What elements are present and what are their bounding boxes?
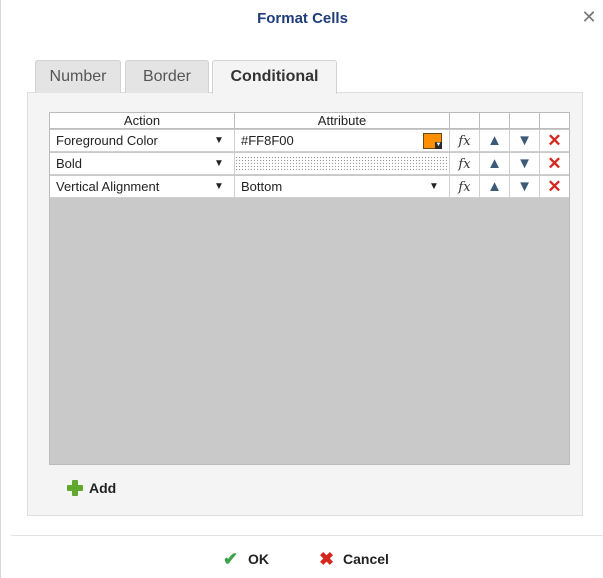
add-button-label: Add	[89, 480, 117, 496]
delete-button[interactable]: ✕	[540, 130, 569, 152]
close-icon[interactable]: ✕	[581, 8, 597, 26]
cancel-button-label: Cancel	[343, 551, 389, 567]
column-header-attribute: Attribute	[235, 113, 450, 129]
move-up-button[interactable]: ▲	[480, 130, 510, 152]
cancel-button[interactable]: ✖ Cancel	[319, 549, 401, 569]
plus-icon	[67, 480, 83, 496]
chevron-down-icon[interactable]: ▼	[214, 130, 224, 151]
delete-icon: ✕	[547, 154, 562, 173]
column-header-blank	[480, 113, 510, 129]
arrow-down-icon: ▼	[517, 155, 532, 172]
tab-border[interactable]: Border	[125, 60, 209, 93]
chevron-down-icon: ▼	[435, 142, 442, 149]
action-value: Foreground Color	[56, 133, 158, 148]
column-header-action: Action	[50, 113, 235, 129]
chevron-down-icon[interactable]: ▼	[214, 153, 224, 174]
arrow-down-icon: ▼	[517, 132, 532, 149]
chevron-down-icon[interactable]: ▼	[429, 176, 439, 197]
delete-button[interactable]: ✕	[540, 153, 569, 175]
grid-header: Action Attribute	[50, 113, 569, 129]
move-up-button[interactable]: ▲	[480, 176, 510, 198]
chevron-down-icon[interactable]: ▼	[214, 176, 224, 197]
formula-button[interactable]: fx	[450, 130, 480, 152]
action-select[interactable]: Bold ▼	[50, 153, 235, 175]
move-down-button[interactable]: ▼	[510, 130, 540, 152]
action-value: Bold	[56, 156, 83, 171]
footer-divider	[11, 535, 603, 536]
fx-icon: fx	[458, 180, 471, 195]
delete-icon: ✕	[547, 131, 562, 150]
formula-button[interactable]: fx	[450, 153, 480, 175]
column-header-blank	[540, 113, 569, 129]
arrow-up-icon: ▲	[487, 155, 502, 172]
tab-conditional[interactable]: Conditional	[212, 60, 337, 94]
arrow-down-icon: ▼	[517, 178, 532, 195]
cancel-icon: ✖	[319, 549, 335, 569]
arrow-up-icon: ▲	[487, 132, 502, 149]
arrow-up-icon: ▲	[487, 178, 502, 195]
tab-number[interactable]: Number	[35, 60, 121, 93]
format-cells-dialog: Format Cells ✕ Number Border Conditional…	[0, 0, 603, 578]
column-header-blank	[450, 113, 480, 129]
attribute-cell[interactable]: #FF8F00 ▼	[235, 130, 450, 152]
bold-checkbox-area[interactable]	[235, 156, 447, 171]
fx-icon: fx	[458, 157, 471, 172]
formula-button[interactable]: fx	[450, 176, 480, 198]
delete-icon: ✕	[547, 177, 562, 196]
color-picker-swatch[interactable]: ▼	[423, 133, 442, 149]
attribute-cell[interactable]	[235, 153, 450, 175]
vertical-alignment-value: Bottom	[241, 179, 283, 194]
move-up-button[interactable]: ▲	[480, 153, 510, 175]
delete-button[interactable]: ✕	[540, 176, 569, 198]
column-header-blank	[510, 113, 540, 129]
ok-button-label: OK	[248, 551, 269, 567]
action-value: Vertical Alignment	[56, 179, 160, 194]
conditional-actions-grid: Action Attribute Foreground Color ▼ #FF8…	[49, 112, 570, 465]
attribute-select[interactable]: Bottom ▼	[235, 176, 450, 198]
action-select[interactable]: Foreground Color ▼	[50, 130, 235, 152]
fx-icon: fx	[458, 134, 471, 149]
color-value-input[interactable]: #FF8F00	[241, 130, 294, 151]
move-down-button[interactable]: ▼	[510, 176, 540, 198]
action-select[interactable]: Vertical Alignment ▼	[50, 176, 235, 198]
ok-button[interactable]: ✔ OK	[223, 549, 273, 569]
dialog-title: Format Cells	[257, 10, 348, 27]
table-row: Vertical Alignment ▼ Bottom ▼ fx ▲ ▼ ✕	[50, 176, 569, 198]
table-row: Bold ▼ fx ▲ ▼ ✕	[50, 153, 569, 175]
table-row: Foreground Color ▼ #FF8F00 ▼ fx ▲ ▼ ✕	[50, 130, 569, 152]
move-down-button[interactable]: ▼	[510, 153, 540, 175]
checkmark-icon: ✔	[223, 549, 239, 569]
